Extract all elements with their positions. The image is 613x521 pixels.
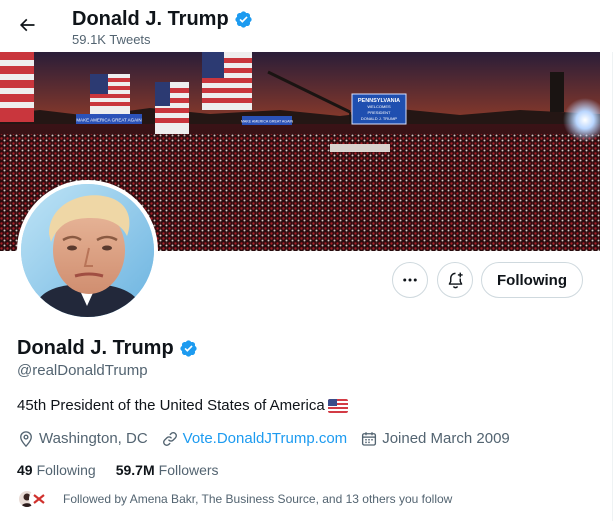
svg-text:DONALD J. TRUMP: DONALD J. TRUMP	[361, 116, 397, 121]
back-arrow-icon	[19, 18, 35, 32]
header-name: Donald J. Trump	[72, 8, 229, 30]
us-flag-icon	[327, 399, 348, 413]
followed-by-row[interactable]: Followed by Amena Bakr, The Business Sou…	[17, 489, 452, 509]
following-label: Following	[36, 462, 96, 478]
svg-text:PRESIDENT: PRESIDENT	[368, 110, 391, 115]
verified-badge-icon	[235, 10, 252, 28]
profile-header-bar: Donald J. Trump 59.1K Tweets	[0, 0, 613, 52]
profile-avatar[interactable]	[17, 180, 158, 321]
website-item: Vote.DonaldJTrump.com	[161, 429, 348, 449]
profile-bio: 45th President of the United States of A…	[17, 396, 348, 416]
follow-stats: 49 Following 59.7M Followers	[17, 461, 239, 479]
location-item: Washington, DC	[17, 429, 148, 449]
following-button[interactable]: Following	[481, 262, 583, 298]
profile-page: Donald J. Trump 59.1K Tweets MAKE AMERIC…	[0, 0, 613, 521]
calendar-icon	[362, 432, 377, 446]
banner-sign-right: MAKE AMERICA GREAT AGAIN	[241, 116, 294, 125]
profile-handle: @realDonaldTrump	[17, 362, 148, 379]
avatar-portrait	[21, 184, 154, 317]
joined-item: Joined March 2009	[360, 429, 510, 449]
ellipsis-icon	[403, 278, 417, 282]
more-options-button[interactable]	[392, 262, 428, 298]
verified-badge-icon	[180, 339, 197, 357]
svg-text:MAKE AMERICA GREAT AGAIN: MAKE AMERICA GREAT AGAIN	[76, 118, 141, 123]
location-text: Washington, DC	[39, 430, 148, 447]
banner-sign-left: MAKE AMERICA GREAT AGAIN	[76, 114, 142, 124]
location-pin-icon	[20, 431, 32, 448]
followed-by-avatars	[17, 489, 55, 509]
mini-avatar	[29, 489, 49, 509]
followed-by-text: Followed by Amena Bakr, The Business Sou…	[63, 492, 453, 506]
profile-name-row: Donald J. Trump	[17, 336, 198, 360]
following-count: 49	[17, 462, 33, 478]
banner-screen: PENNSYLVANIA WELCOMES PRESIDENT DONALD J…	[351, 93, 407, 125]
following-stat[interactable]: 49 Following	[17, 461, 96, 479]
website-link[interactable]: Vote.DonaldJTrump.com	[183, 429, 348, 449]
svg-text:MAKE AMERICA GREAT AGAIN: MAKE AMERICA GREAT AGAIN	[241, 120, 294, 124]
link-icon	[162, 432, 177, 446]
followers-count: 59.7M	[115, 462, 155, 478]
followers-stat[interactable]: 59.7M Followers	[116, 461, 219, 479]
bell-plus-icon	[448, 272, 463, 288]
profile-name: Donald J. Trump	[17, 337, 174, 359]
profile-meta: Washington, DC Vote.DonaldJTrump.com Joi…	[17, 429, 523, 449]
joined-text: Joined March 2009	[382, 430, 510, 447]
followers-label: Followers	[158, 462, 219, 478]
notifications-button[interactable]	[437, 262, 473, 298]
svg-text:WELCOMES: WELCOMES	[367, 104, 391, 109]
bio-text: 45th President of the United States of A…	[17, 397, 325, 414]
back-button[interactable]	[12, 10, 42, 40]
banner-flag-left-edge	[0, 52, 34, 122]
header-tweet-count: 59.1K Tweets	[72, 32, 151, 47]
